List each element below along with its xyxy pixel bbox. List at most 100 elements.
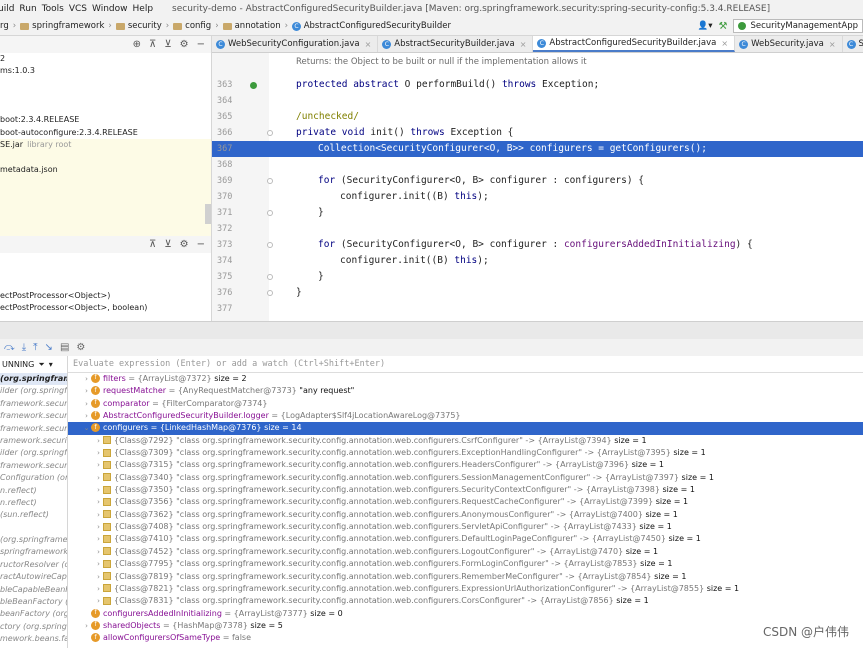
variable-row[interactable]: ⌄ f configurers = {LinkedHashMap@7376} siz…	[68, 422, 863, 435]
variable-row[interactable]: › f sharedObjects = {HashMap@7378} size = …	[68, 620, 863, 632]
variable-row[interactable]: › {Class@7831} "class org.springframework…	[68, 595, 863, 607]
breadcrumb-item[interactable]: config	[185, 21, 211, 31]
tree-item[interactable]: ms:1.0.3	[0, 65, 211, 77]
run-configuration-select[interactable]: SecurityManagementApp	[733, 19, 863, 33]
hide-icon[interactable]: −	[197, 239, 205, 250]
tree-item[interactable]	[0, 175, 211, 189]
variable-row[interactable]: › {Class@7309} "class org.springframework…	[68, 447, 863, 459]
frame-item[interactable]: (org.springframe	[0, 534, 67, 546]
variable-row[interactable]: › {Class@7821} "class org.springframework…	[68, 583, 863, 595]
variable-row[interactable]: › {Class@7350} "class org.springframework…	[68, 484, 863, 496]
frame-item[interactable]: ctory (org.springfr	[0, 621, 67, 633]
breadcrumb-item[interactable]: security	[128, 21, 162, 31]
editor-tab[interactable]: C AbstractSecurityBuilder.java ×	[378, 36, 534, 52]
tree-item[interactable]	[0, 90, 211, 102]
expand-arrow-icon[interactable]: ⌄	[82, 422, 91, 434]
frame-item[interactable]: bleCapableBeanFacto	[0, 584, 67, 596]
tree-item[interactable]: 2	[0, 53, 211, 65]
frame-item[interactable]: ractAutowireCapab	[0, 571, 67, 583]
locate-icon[interactable]: ⊕	[133, 39, 141, 50]
frame-item[interactable]: Configuration (org	[0, 472, 67, 484]
fold-icon[interactable]	[267, 290, 273, 296]
menu-help[interactable]: Help	[133, 4, 159, 14]
structure-item[interactable]	[0, 278, 211, 290]
frame-item[interactable]: ilder (org.springfr	[0, 385, 67, 397]
frame-item[interactable]: ructorResolver (org	[0, 559, 67, 571]
structure-item[interactable]: ectPostProcessor<Object>)	[0, 290, 211, 302]
breadcrumb-item[interactable]: annotation	[235, 21, 281, 31]
variable-row[interactable]: › f requestMatcher = {AnyRequestMatcher@73…	[68, 385, 863, 397]
user-icon[interactable]: 👤▾	[698, 21, 713, 31]
structure-item[interactable]	[0, 265, 211, 277]
variable-row[interactable]: › {Class@7340} "class org.springframework…	[68, 472, 863, 484]
frame-item[interactable]	[0, 522, 67, 534]
expand-arrow-icon[interactable]: ›	[82, 373, 91, 385]
frame-item[interactable]: framework.securi	[0, 460, 67, 472]
breadcrumb-item[interactable]: rg	[0, 21, 9, 31]
expand-arrow-icon[interactable]: ›	[94, 509, 103, 521]
breadcrumb-item[interactable]: springframework	[32, 21, 104, 31]
editor-tab[interactable]: CSecurityConfig.java×	[843, 36, 863, 52]
structure-item[interactable]	[0, 253, 211, 265]
tree-item[interactable]	[0, 225, 211, 236]
gear-icon[interactable]: ⚙	[180, 39, 189, 50]
step-into-icon[interactable]: ⤓	[22, 342, 26, 353]
tree-item[interactable]	[0, 188, 211, 201]
menu-window[interactable]: Window	[92, 4, 133, 14]
frame-item[interactable]: framework.securi	[0, 410, 67, 422]
build-hammer-icon[interactable]: ⚒	[719, 21, 728, 32]
variable-row[interactable]: › {Class@7795} "class org.springframework…	[68, 558, 863, 570]
expand-arrow-icon[interactable]: ›	[94, 447, 103, 459]
fold-icon[interactable]	[267, 130, 273, 136]
chevron-down-icon[interactable]: ▾	[49, 360, 53, 369]
code-editor[interactable]: Returns: the Object to be built or null …	[212, 53, 863, 321]
variable-row[interactable]: › {Class@7410} "class org.springframework…	[68, 533, 863, 545]
variable-row[interactable]: › {Class@7356} "class org.springframework…	[68, 496, 863, 508]
expand-arrow-icon[interactable]: ›	[82, 410, 91, 422]
frame-item[interactable]: bleBeanFactory (org	[0, 596, 67, 608]
collapse-all-icon[interactable]: ⊼	[149, 39, 156, 50]
hide-icon[interactable]: −	[197, 39, 205, 50]
expand-arrow-icon[interactable]: ›	[94, 435, 103, 447]
run-to-cursor-icon[interactable]: ↘	[45, 342, 53, 353]
expand-arrow-icon[interactable]: ›	[94, 533, 103, 545]
frame-item[interactable]: (sun.reflect)	[0, 509, 67, 521]
frame-item[interactable]: ilder (org.springfr	[0, 447, 67, 459]
fold-icon[interactable]	[267, 274, 273, 280]
editor-tab[interactable]: C WebSecurity.java ×	[735, 36, 843, 52]
editor-tab[interactable]: C WebSecurityConfiguration.java ×	[212, 36, 379, 52]
gear-icon[interactable]: ⚙	[180, 239, 189, 250]
tree-item[interactable]	[0, 78, 211, 90]
variable-row[interactable]: f configurersAddedInInitializing = {Array…	[68, 608, 863, 620]
close-icon[interactable]: ×	[520, 40, 527, 49]
expand-arrow-icon[interactable]: ›	[94, 472, 103, 484]
expand-arrow-icon[interactable]: ›	[82, 620, 91, 632]
tree-item[interactable]: boot-autoconfigure:2.3.4.RELEASE	[0, 127, 211, 139]
expand-arrow-icon[interactable]: ›	[94, 484, 103, 496]
close-icon[interactable]: ×	[365, 40, 372, 49]
collapse-all-icon[interactable]: ⊼	[149, 239, 156, 250]
thread-selector[interactable]: UNNING ⏷ ▾	[0, 356, 67, 373]
tree-item[interactable]	[0, 151, 211, 164]
variable-row[interactable]: › f filters = {ArrayList@7372} size = 2	[68, 373, 863, 385]
expand-all-icon[interactable]: ⊻	[164, 239, 171, 250]
menu-build[interactable]: uild	[0, 4, 19, 14]
step-out-icon[interactable]: ⤒	[33, 342, 37, 353]
expand-arrow-icon[interactable]: ›	[94, 595, 103, 607]
tree-item[interactable]: boot:2.3.4.RELEASE	[0, 114, 211, 126]
expand-all-icon[interactable]: ⊻	[164, 39, 171, 50]
fold-icon[interactable]	[267, 210, 273, 216]
variable-row[interactable]: › f AbstractConfiguredSecurityBuilder.logg…	[68, 410, 863, 422]
expand-arrow-icon[interactable]: ›	[94, 583, 103, 595]
implemented-marker-icon[interactable]	[250, 82, 257, 89]
expand-arrow-icon[interactable]: ›	[82, 398, 91, 410]
menu-run[interactable]: Run	[19, 4, 41, 14]
frame-item[interactable]: springframework.bea	[0, 546, 67, 558]
fold-icon[interactable]	[267, 178, 273, 184]
settings-icon[interactable]: ⚙	[76, 342, 85, 353]
frame-item[interactable]: framework.securi	[0, 398, 67, 410]
frame-item[interactable]: mework.beans.factor	[0, 633, 67, 645]
frames-icon[interactable]: ▤	[60, 342, 69, 353]
close-icon[interactable]: ×	[829, 40, 836, 49]
evaluate-expression-input[interactable]: Evaluate expression (Enter) or add a wat…	[68, 356, 863, 373]
